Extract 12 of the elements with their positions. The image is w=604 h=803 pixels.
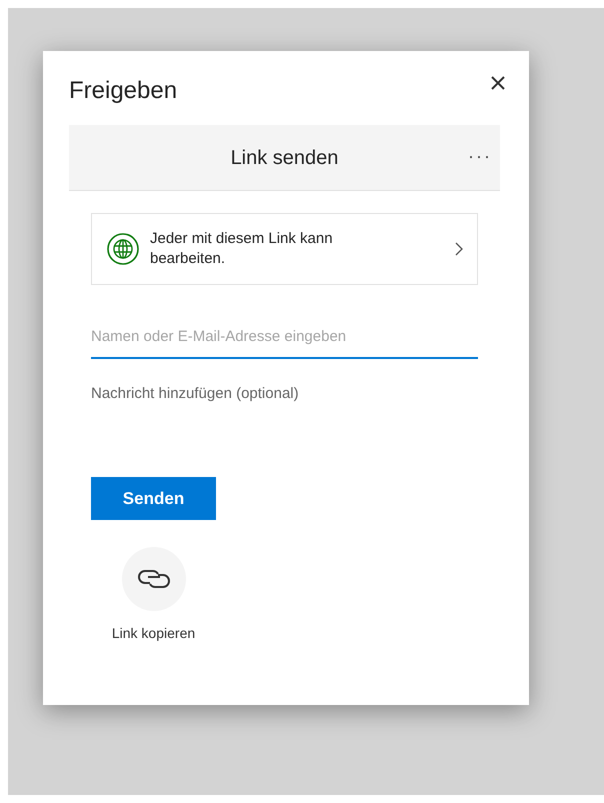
header-title: Link senden: [230, 146, 338, 170]
dialog-title: Freigeben: [69, 76, 178, 106]
copy-link-label: Link kopieren: [112, 624, 196, 643]
more-button[interactable]: ···: [468, 143, 492, 170]
send-button[interactable]: Senden: [91, 477, 216, 520]
chevron-right-icon: [455, 242, 463, 256]
globe-icon: [106, 232, 140, 266]
link-icon: [136, 567, 172, 591]
message-field[interactable]: Nachricht hinzufügen (optional): [91, 383, 478, 453]
recipients-field[interactable]: Namen oder E-Mail-Adresse eingeben: [91, 315, 478, 359]
permission-card[interactable]: Jeder mit diesem Link kann bearbeiten.: [91, 213, 478, 285]
close-icon: [491, 76, 505, 90]
